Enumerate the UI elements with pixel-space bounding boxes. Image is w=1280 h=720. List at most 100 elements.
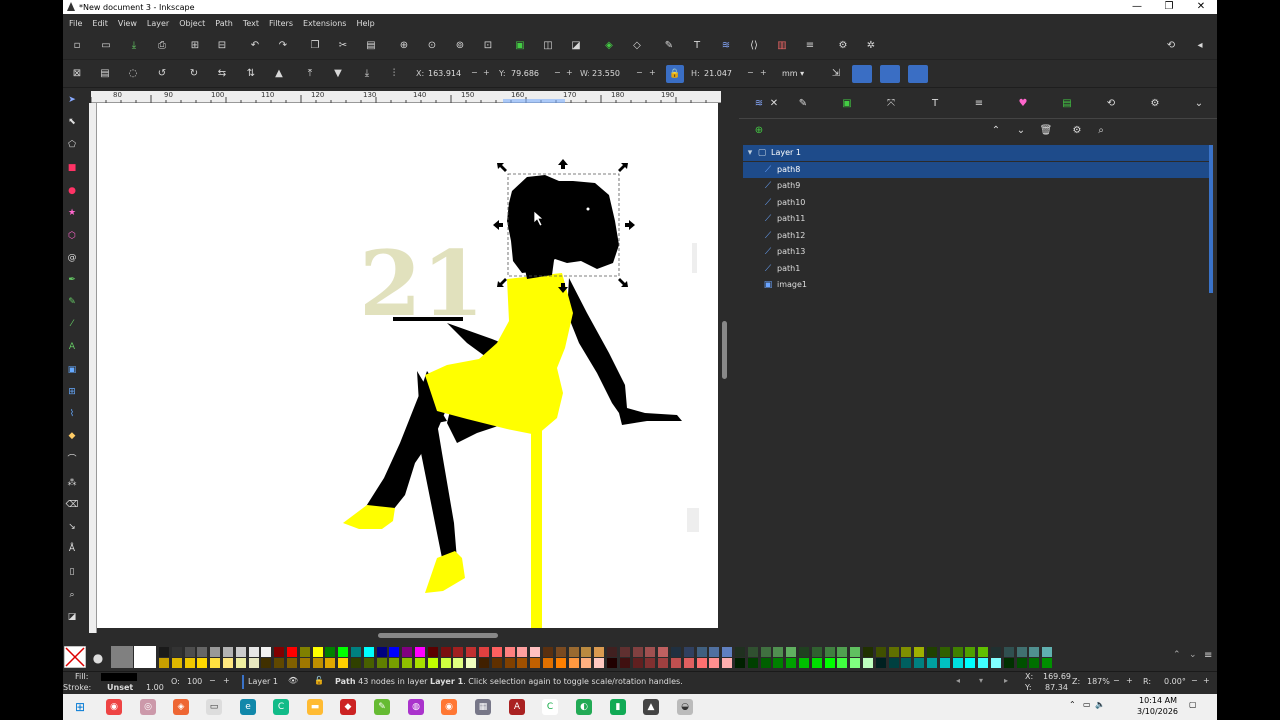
color-swatch[interactable] xyxy=(325,647,336,657)
color-swatch[interactable] xyxy=(875,658,886,668)
rotate-ccw-icon[interactable]: ↺ xyxy=(155,67,169,81)
color-swatch[interactable] xyxy=(607,658,617,668)
color-swatch[interactable] xyxy=(440,658,451,668)
color-swatch[interactable] xyxy=(1042,647,1053,657)
layers-objects-icon[interactable]: ≋ xyxy=(719,39,733,53)
palette-scroll-up-icon[interactable]: ⌃ xyxy=(1173,650,1181,660)
preferences-tab-icon[interactable]: ⚙ xyxy=(1147,97,1163,111)
minimize-button[interactable]: — xyxy=(1121,0,1153,14)
gradient-tool-icon[interactable]: ▣ xyxy=(65,363,79,377)
color-swatch[interactable] xyxy=(939,658,950,668)
close-button[interactable]: ✕ xyxy=(1185,0,1217,14)
color-swatch[interactable] xyxy=(274,658,285,668)
text-font-icon[interactable]: T xyxy=(690,39,704,53)
snap-toggle-icon[interactable]: ⟲ xyxy=(1164,39,1178,53)
color-swatch[interactable] xyxy=(581,647,592,657)
color-swatch[interactable] xyxy=(709,647,720,657)
color-swatch[interactable] xyxy=(402,658,413,668)
color-swatch[interactable] xyxy=(248,647,259,657)
color-swatch[interactable] xyxy=(722,658,733,668)
menu-view[interactable]: View xyxy=(118,19,137,28)
flip-v-icon[interactable]: ⇅ xyxy=(244,67,258,81)
color-swatch[interactable] xyxy=(568,647,579,657)
color-swatch[interactable] xyxy=(760,658,771,668)
import-icon[interactable]: ⊞ xyxy=(188,39,202,53)
tree-item[interactable]: ⟋ path11 xyxy=(743,211,1211,227)
vertical-scrollbar[interactable] xyxy=(721,103,729,633)
color-swatch[interactable] xyxy=(683,658,694,668)
clock-time[interactable]: 10:14 AM xyxy=(1139,696,1177,705)
status-prev-icon[interactable]: ◂ xyxy=(956,676,960,685)
lower-bottom-icon[interactable]: ⤓ xyxy=(360,67,374,81)
redo-icon[interactable]: ↷ xyxy=(276,39,290,53)
status-dropdown-icon[interactable]: ▾ xyxy=(979,676,983,685)
color-swatch[interactable] xyxy=(786,658,797,668)
fill-stroke-icon[interactable]: ✎ xyxy=(662,39,676,53)
color-swatch[interactable] xyxy=(555,658,566,668)
tree-item[interactable]: ⟋ path8 xyxy=(743,162,1211,178)
h-increment[interactable]: + xyxy=(760,68,767,77)
color-swatch[interactable] xyxy=(1042,658,1053,668)
color-swatch[interactable] xyxy=(338,647,349,657)
color-swatch[interactable] xyxy=(235,658,246,668)
layer-row[interactable]: ▾ ▢ Layer 1 xyxy=(743,145,1211,161)
y-decrement[interactable]: − xyxy=(554,68,561,77)
color-swatch[interactable] xyxy=(863,647,873,657)
color-swatch[interactable] xyxy=(645,647,656,657)
connector-tool-icon[interactable]: ↘ xyxy=(65,520,79,534)
tree-item[interactable]: ⟋ path9 xyxy=(743,178,1211,194)
tweak-paint-tool-icon[interactable]: ⌒ xyxy=(65,453,79,467)
move-gradients-toggle[interactable] xyxy=(880,65,900,83)
scale-stroke-icon[interactable]: ⇲ xyxy=(829,67,843,81)
ungroup-icon[interactable]: ◇ xyxy=(630,39,644,53)
color-swatch[interactable] xyxy=(671,647,681,657)
pencil-tool-icon[interactable]: ✎ xyxy=(65,295,79,309)
xml-editor-icon[interactable]: ⟨⟩ xyxy=(747,39,761,53)
settings-icon[interactable]: ⚙ xyxy=(1069,124,1085,138)
color-swatch[interactable] xyxy=(197,647,208,657)
menu-text[interactable]: Text xyxy=(243,19,259,28)
more-tabs-icon[interactable]: ⌄ xyxy=(1191,97,1207,111)
color-swatch[interactable] xyxy=(747,647,758,657)
color-swatch[interactable] xyxy=(223,647,233,657)
color-swatch[interactable] xyxy=(594,658,605,668)
color-swatch[interactable] xyxy=(184,658,195,668)
color-swatch[interactable] xyxy=(466,647,477,657)
raise-top-icon[interactable]: ⤒ xyxy=(303,67,317,81)
menu-path[interactable]: Path xyxy=(215,19,233,28)
save-icon[interactable]: ⤓ xyxy=(127,39,141,53)
color-swatch[interactable] xyxy=(479,647,489,657)
color-swatch[interactable] xyxy=(696,658,707,668)
color-swatch[interactable] xyxy=(658,658,669,668)
color-swatch[interactable] xyxy=(440,647,451,657)
notification-icon[interactable]: ▢ xyxy=(1189,700,1197,709)
color-swatch[interactable] xyxy=(312,647,323,657)
color-swatch[interactable] xyxy=(735,647,745,657)
snap-menu-icon[interactable]: ◂ xyxy=(1193,39,1207,53)
align-tab-icon[interactable]: ⤧ xyxy=(883,97,899,111)
color-swatch[interactable] xyxy=(159,647,169,657)
color-swatch[interactable] xyxy=(760,647,771,657)
w-decrement[interactable]: − xyxy=(636,68,643,77)
app-icon[interactable]: ◐ xyxy=(576,699,592,715)
color-swatch[interactable] xyxy=(978,658,989,668)
network-icon[interactable]: ▭ xyxy=(1083,700,1091,709)
color-swatch[interactable] xyxy=(171,647,182,657)
color-swatch[interactable] xyxy=(709,658,720,668)
mesh-tool-icon[interactable]: ⊞ xyxy=(65,385,79,399)
inkscape-taskbar-icon[interactable]: ▲ xyxy=(643,699,659,715)
color-swatch[interactable] xyxy=(491,658,502,668)
color-swatch[interactable] xyxy=(991,658,1001,668)
y-field[interactable]: 79.686 xyxy=(508,66,550,82)
color-swatch[interactable] xyxy=(376,647,387,657)
color-swatch[interactable] xyxy=(786,647,797,657)
tree-item[interactable]: ⟋ path13 xyxy=(743,244,1211,260)
dropper-tool-icon[interactable]: ⌇ xyxy=(65,407,79,421)
color-swatch[interactable] xyxy=(299,658,310,668)
move-patterns-toggle[interactable] xyxy=(908,65,928,83)
measure-tool-icon[interactable]: ◪ xyxy=(65,610,79,624)
maximize-button[interactable]: ❐ xyxy=(1153,0,1185,14)
opacity-value[interactable]: 100 xyxy=(187,677,202,686)
color-swatch[interactable] xyxy=(773,658,784,668)
clock-date[interactable]: 3/10/2026 xyxy=(1137,707,1178,716)
